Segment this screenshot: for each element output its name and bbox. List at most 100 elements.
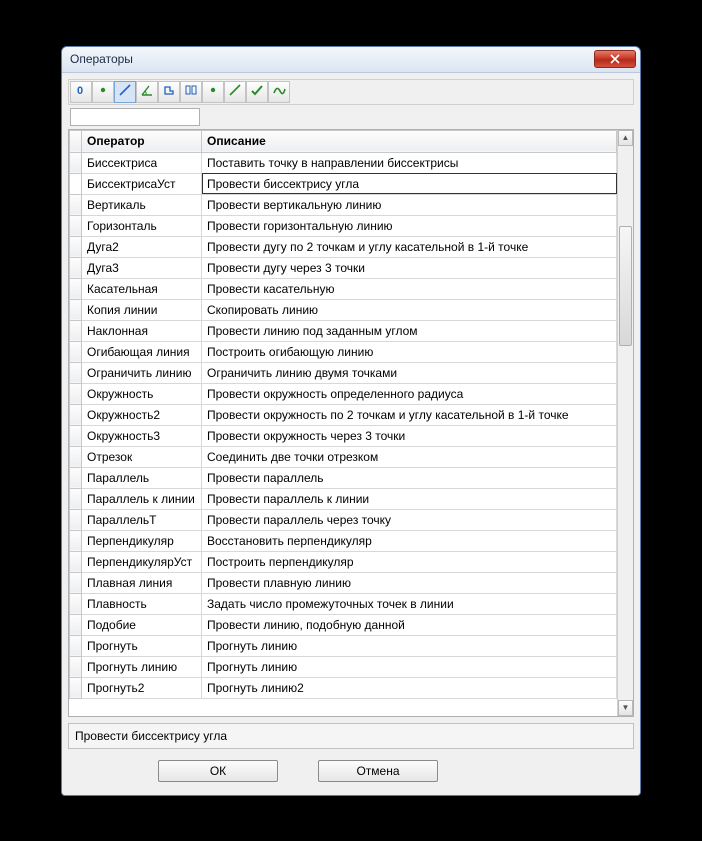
cell-operator[interactable]: Окружность3 bbox=[82, 425, 202, 446]
table-row[interactable]: Плавная линияПровести плавную линию bbox=[70, 572, 617, 593]
cell-operator[interactable]: Подобие bbox=[82, 614, 202, 635]
cell-description[interactable]: Провести касательную bbox=[202, 278, 617, 299]
row-selector[interactable] bbox=[70, 425, 82, 446]
cell-description[interactable]: Построить перпендикуляр bbox=[202, 551, 617, 572]
row-selector[interactable] bbox=[70, 236, 82, 257]
cell-description[interactable]: Прогнуть линию bbox=[202, 635, 617, 656]
table-row[interactable]: БиссектрисаУстПровести биссектрису угла bbox=[70, 173, 617, 194]
cell-description[interactable]: Провести параллель к линии bbox=[202, 488, 617, 509]
tool-line[interactable] bbox=[114, 81, 136, 103]
row-selector[interactable] bbox=[70, 614, 82, 635]
row-selector[interactable] bbox=[70, 299, 82, 320]
tool-0[interactable]: 0 bbox=[70, 81, 92, 103]
cell-description[interactable]: Провести параллель через точку bbox=[202, 509, 617, 530]
tool-angle[interactable] bbox=[136, 81, 158, 103]
scroll-thumb[interactable] bbox=[619, 226, 632, 346]
cell-operator[interactable]: Копия линии bbox=[82, 299, 202, 320]
table-row[interactable]: ПараллельТПровести параллель через точку bbox=[70, 509, 617, 530]
table-row[interactable]: Прогнуть линиюПрогнуть линию bbox=[70, 656, 617, 677]
cell-description[interactable]: Прогнуть линию bbox=[202, 656, 617, 677]
tool-check[interactable] bbox=[246, 81, 268, 103]
cell-operator[interactable]: Дуга3 bbox=[82, 257, 202, 278]
table-row[interactable]: ПлавностьЗадать число промежуточных точе… bbox=[70, 593, 617, 614]
row-selector[interactable] bbox=[70, 467, 82, 488]
cancel-button[interactable]: Отмена bbox=[318, 760, 438, 782]
table-row[interactable]: Ограничить линиюОграничить линию двумя т… bbox=[70, 362, 617, 383]
row-selector[interactable] bbox=[70, 635, 82, 656]
tool-line2[interactable] bbox=[224, 81, 246, 103]
cell-description[interactable]: Прогнуть линию2 bbox=[202, 677, 617, 698]
row-selector[interactable] bbox=[70, 341, 82, 362]
scroll-track[interactable] bbox=[618, 146, 633, 700]
cell-description[interactable]: Задать число промежуточных точек в линии bbox=[202, 593, 617, 614]
cell-operator[interactable]: Ограничить линию bbox=[82, 362, 202, 383]
cell-operator[interactable]: Биссектриса bbox=[82, 152, 202, 173]
cell-operator[interactable]: Прогнуть линию bbox=[82, 656, 202, 677]
scroll-down-button[interactable]: ▼ bbox=[618, 700, 633, 716]
cell-description[interactable]: Поставить точку в направлении биссектрис… bbox=[202, 152, 617, 173]
cell-description[interactable]: Провести дугу по 2 точкам и углу касател… bbox=[202, 236, 617, 257]
titlebar[interactable]: Операторы bbox=[62, 47, 640, 73]
col-description[interactable]: Описание bbox=[202, 130, 617, 152]
row-selector[interactable] bbox=[70, 509, 82, 530]
cell-operator[interactable]: Окружность bbox=[82, 383, 202, 404]
cell-description[interactable]: Провести окружность определенного радиус… bbox=[202, 383, 617, 404]
cell-operator[interactable]: Горизонталь bbox=[82, 215, 202, 236]
table-row[interactable]: БиссектрисаПоставить точку в направлении… bbox=[70, 152, 617, 173]
cell-description[interactable]: Провести линию, подобную данной bbox=[202, 614, 617, 635]
cell-operator[interactable]: Вертикаль bbox=[82, 194, 202, 215]
row-selector[interactable] bbox=[70, 572, 82, 593]
table-row[interactable]: Копия линииСкопировать линию bbox=[70, 299, 617, 320]
row-header-col[interactable] bbox=[70, 130, 82, 152]
ok-button[interactable]: ОК bbox=[158, 760, 278, 782]
table-row[interactable]: Окружность3Провести окружность через 3 т… bbox=[70, 425, 617, 446]
cell-description[interactable]: Скопировать линию bbox=[202, 299, 617, 320]
row-selector[interactable] bbox=[70, 656, 82, 677]
cell-description[interactable]: Провести окружность по 2 точкам и углу к… bbox=[202, 404, 617, 425]
table-row[interactable]: ПерпендикулярУстПостроить перпендикуляр bbox=[70, 551, 617, 572]
close-button[interactable] bbox=[594, 50, 636, 68]
cell-description[interactable]: Соединить две точки отрезком bbox=[202, 446, 617, 467]
table-row[interactable]: ВертикальПровести вертикальную линию bbox=[70, 194, 617, 215]
row-selector[interactable] bbox=[70, 446, 82, 467]
row-selector[interactable] bbox=[70, 593, 82, 614]
tool-poly[interactable] bbox=[158, 81, 180, 103]
row-selector[interactable] bbox=[70, 215, 82, 236]
cell-operator[interactable]: Параллель к линии bbox=[82, 488, 202, 509]
cell-operator[interactable]: Плавная линия bbox=[82, 572, 202, 593]
table-row[interactable]: Дуга2Провести дугу по 2 точкам и углу ка… bbox=[70, 236, 617, 257]
row-selector[interactable] bbox=[70, 152, 82, 173]
cell-description[interactable]: Построить огибающую линию bbox=[202, 341, 617, 362]
cell-description[interactable]: Провести горизонтальную линию bbox=[202, 215, 617, 236]
cell-operator[interactable]: Параллель bbox=[82, 467, 202, 488]
cell-description[interactable]: Провести плавную линию bbox=[202, 572, 617, 593]
table-row[interactable]: ПерпендикулярВосстановить перпендикуляр bbox=[70, 530, 617, 551]
tool-dot2[interactable] bbox=[202, 81, 224, 103]
row-selector[interactable] bbox=[70, 383, 82, 404]
table-row[interactable]: НаклоннаяПровести линию под заданным угл… bbox=[70, 320, 617, 341]
row-selector[interactable] bbox=[70, 194, 82, 215]
search-input[interactable] bbox=[70, 108, 200, 126]
cell-operator[interactable]: Прогнуть2 bbox=[82, 677, 202, 698]
table-row[interactable]: ПрогнутьПрогнуть линию bbox=[70, 635, 617, 656]
cell-operator[interactable]: Наклонная bbox=[82, 320, 202, 341]
row-selector[interactable] bbox=[70, 551, 82, 572]
row-selector[interactable] bbox=[70, 677, 82, 698]
table-row[interactable]: Параллель к линииПровести параллель к ли… bbox=[70, 488, 617, 509]
row-selector[interactable] bbox=[70, 257, 82, 278]
cell-operator[interactable]: Окружность2 bbox=[82, 404, 202, 425]
table-row[interactable]: ГоризонтальПровести горизонтальную линию bbox=[70, 215, 617, 236]
table-row[interactable]: КасательнаяПровести касательную bbox=[70, 278, 617, 299]
tool-dot[interactable] bbox=[92, 81, 114, 103]
table-row[interactable]: ПараллельПровести параллель bbox=[70, 467, 617, 488]
col-operator[interactable]: Оператор bbox=[82, 130, 202, 152]
row-selector[interactable] bbox=[70, 488, 82, 509]
row-selector[interactable] bbox=[70, 173, 82, 194]
operators-grid[interactable]: Оператор Описание БиссектрисаПоставить т… bbox=[69, 130, 617, 716]
table-row[interactable]: ОкружностьПровести окружность определенн… bbox=[70, 383, 617, 404]
tool-curve[interactable] bbox=[268, 81, 290, 103]
scroll-up-button[interactable]: ▲ bbox=[618, 130, 633, 146]
cell-operator[interactable]: Касательная bbox=[82, 278, 202, 299]
row-selector[interactable] bbox=[70, 404, 82, 425]
table-row[interactable]: Огибающая линияПостроить огибающую линию bbox=[70, 341, 617, 362]
